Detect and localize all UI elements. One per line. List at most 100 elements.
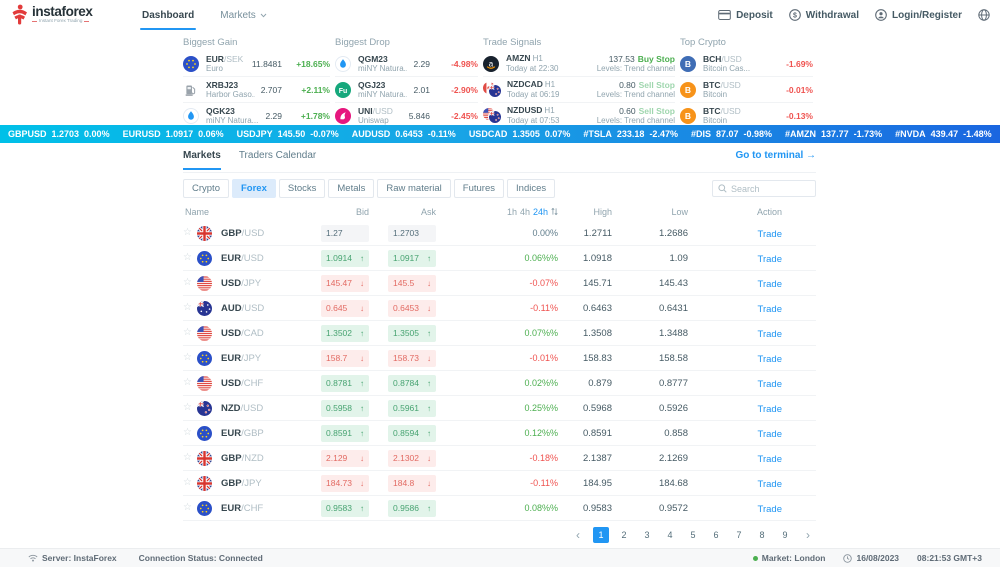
bid-cell[interactable]: 0.9583↑ <box>321 500 369 517</box>
ask-cell[interactable]: 158.73↓ <box>388 350 436 367</box>
ask-cell[interactable]: 145.5↓ <box>388 275 436 292</box>
filter-stocks[interactable]: Stocks <box>279 179 326 198</box>
tab-markets[interactable]: Markets <box>183 150 221 169</box>
language-button[interactable] <box>978 9 990 21</box>
trade-link[interactable]: Trade <box>758 254 782 265</box>
signal-item-amzn[interactable]: a AMZNH1Today at 22:30 137.53Buy StopLev… <box>483 51 675 77</box>
ticker-item-gbpusd[interactable]: GBPUSD1.27030.00% <box>8 129 110 139</box>
nav-dashboard[interactable]: Dashboard <box>140 0 196 30</box>
bid-cell[interactable]: 1.3502↑ <box>321 325 369 342</box>
favorite-star-icon[interactable]: ☆ <box>183 228 197 238</box>
bid-cell[interactable]: 184.73↓ <box>321 475 369 492</box>
ticker-item-usdcad[interactable]: USDCAD1.35050.07% <box>469 129 571 139</box>
bid-cell[interactable]: 1.27 <box>321 225 369 242</box>
crypto-item-bch[interactable]: B BCH/USDBitcoin Cas... -1.69% <box>680 51 813 77</box>
ask-cell[interactable]: 1.3505↑ <box>388 325 436 342</box>
login-register-button[interactable]: Login/Register <box>875 9 962 21</box>
favorite-star-icon[interactable]: ☆ <box>183 453 197 463</box>
page-4-button[interactable]: 4 <box>662 527 678 543</box>
deposit-button[interactable]: Deposit <box>718 10 773 21</box>
bid-cell[interactable]: 0.8781↑ <box>321 375 369 392</box>
favorite-star-icon[interactable]: ☆ <box>183 303 197 313</box>
bid-cell[interactable]: 0.645↓ <box>321 300 369 317</box>
tab-traders-calendar[interactable]: Traders Calendar <box>239 150 316 169</box>
search-box[interactable] <box>712 180 816 197</box>
ticker-item-dis[interactable]: #DIS87.07-0.98% <box>691 129 772 139</box>
ticker-item-eurusd[interactable]: EURUSD1.09170.06% <box>123 129 224 139</box>
trade-link[interactable]: Trade <box>758 404 782 415</box>
signal-symbol: AMZNH1 <box>506 53 591 64</box>
next-page-button[interactable]: › <box>800 527 816 543</box>
nav-markets[interactable]: Markets <box>218 0 269 30</box>
favorite-star-icon[interactable]: ☆ <box>183 503 197 513</box>
trade-link[interactable]: Trade <box>758 354 782 365</box>
trade-link[interactable]: Trade <box>758 504 782 515</box>
trade-link[interactable]: Trade <box>758 304 782 315</box>
ask-cell[interactable]: 0.8594↑ <box>388 425 436 442</box>
bid-cell[interactable]: 145.47↓ <box>321 275 369 292</box>
col-period-sort[interactable]: 1h4h24h <box>436 207 558 217</box>
market-item-qgj23[interactable]: Fu QGJ23miNY Natura... 2.01 -2.90% <box>335 77 478 103</box>
favorite-star-icon[interactable]: ☆ <box>183 253 197 263</box>
ask-cell[interactable]: 1.0917↑ <box>388 250 436 267</box>
trade-link[interactable]: Trade <box>758 429 782 440</box>
period-24h[interactable]: 24h <box>533 207 548 217</box>
favorite-star-icon[interactable]: ☆ <box>183 403 197 413</box>
favorite-star-icon[interactable]: ☆ <box>183 353 197 363</box>
favorite-star-icon[interactable]: ☆ <box>183 428 197 438</box>
favorite-star-icon[interactable]: ☆ <box>183 378 197 388</box>
ask-cell[interactable]: 0.5961↑ <box>388 400 436 417</box>
search-input[interactable] <box>731 184 810 194</box>
period-4h[interactable]: 4h <box>520 207 530 217</box>
ticker-item-usdjpy[interactable]: USDJPY145.50-0.07% <box>237 129 339 139</box>
page-2-button[interactable]: 2 <box>616 527 632 543</box>
market-item-eur[interactable]: EUR/SEKEuro 11.8481 +18.65% <box>183 51 330 77</box>
crypto-item-btc[interactable]: B BTC/USDBitcoin -0.01% <box>680 77 813 103</box>
filter-futures[interactable]: Futures <box>454 179 504 198</box>
ask-cell[interactable]: 0.8784↑ <box>388 375 436 392</box>
ticker-item-tsla[interactable]: #TSLA233.18-2.47% <box>583 129 678 139</box>
bid-cell[interactable]: 1.0914↑ <box>321 250 369 267</box>
ask-cell[interactable]: 0.9586↑ <box>388 500 436 517</box>
filter-raw-material[interactable]: Raw material <box>377 179 450 198</box>
page-3-button[interactable]: 3 <box>639 527 655 543</box>
trade-link[interactable]: Trade <box>758 329 782 340</box>
market-item-qgm23[interactable]: QGM23miNY Natura... 2.29 -4.98% <box>335 51 478 77</box>
page-9-button[interactable]: 9 <box>777 527 793 543</box>
page-7-button[interactable]: 7 <box>731 527 747 543</box>
bid-cell[interactable]: 0.5958↑ <box>321 400 369 417</box>
ask-cell[interactable]: 184.8↓ <box>388 475 436 492</box>
trade-link[interactable]: Trade <box>758 479 782 490</box>
market-item-xrbj23[interactable]: XRBJ23Harbor Gaso... 2.707 +2.11% <box>183 77 330 103</box>
trade-link[interactable]: Trade <box>758 379 782 390</box>
page-6-button[interactable]: 6 <box>708 527 724 543</box>
filter-crypto[interactable]: Crypto <box>183 179 229 198</box>
withdrawal-button[interactable]: $Withdrawal <box>789 9 859 21</box>
page-5-button[interactable]: 5 <box>685 527 701 543</box>
ticker-item-audusd[interactable]: AUDUSD0.6453-0.11% <box>352 129 456 139</box>
page-1-button[interactable]: 1 <box>593 527 609 543</box>
favorite-star-icon[interactable]: ☆ <box>183 478 197 488</box>
period-1h[interactable]: 1h <box>507 207 517 217</box>
filter-forex[interactable]: Forex <box>232 179 276 198</box>
bid-cell[interactable]: 2.129↓ <box>321 450 369 467</box>
ask-cell[interactable]: 0.6453↓ <box>388 300 436 317</box>
logo[interactable]: instaforex Instant Forex Trading <box>10 4 93 25</box>
signal-item-nzdcad[interactable]: NZDCADH1Today at 06:19 0.80Sell StopLeve… <box>483 77 675 103</box>
filter-indices[interactable]: Indices <box>507 179 555 198</box>
trade-link[interactable]: Trade <box>758 454 782 465</box>
bid-cell[interactable]: 158.7↓ <box>321 350 369 367</box>
ticker-item-nvda[interactable]: #NVDA439.47-1.48% <box>895 129 992 139</box>
bid-cell[interactable]: 0.8591↑ <box>321 425 369 442</box>
filter-metals[interactable]: Metals <box>328 179 374 198</box>
trade-link[interactable]: Trade <box>758 279 782 290</box>
ticker-item-amzn[interactable]: #AMZN137.77-1.73% <box>785 129 882 139</box>
ask-cell[interactable]: 1.2703 <box>388 225 436 242</box>
page-8-button[interactable]: 8 <box>754 527 770 543</box>
favorite-star-icon[interactable]: ☆ <box>183 328 197 338</box>
go-to-terminal-link[interactable]: Go to terminal → <box>735 150 816 161</box>
trade-link[interactable]: Trade <box>758 229 782 240</box>
ask-cell[interactable]: 2.1302↓ <box>388 450 436 467</box>
favorite-star-icon[interactable]: ☆ <box>183 278 197 288</box>
prev-page-button[interactable]: ‹ <box>570 527 586 543</box>
